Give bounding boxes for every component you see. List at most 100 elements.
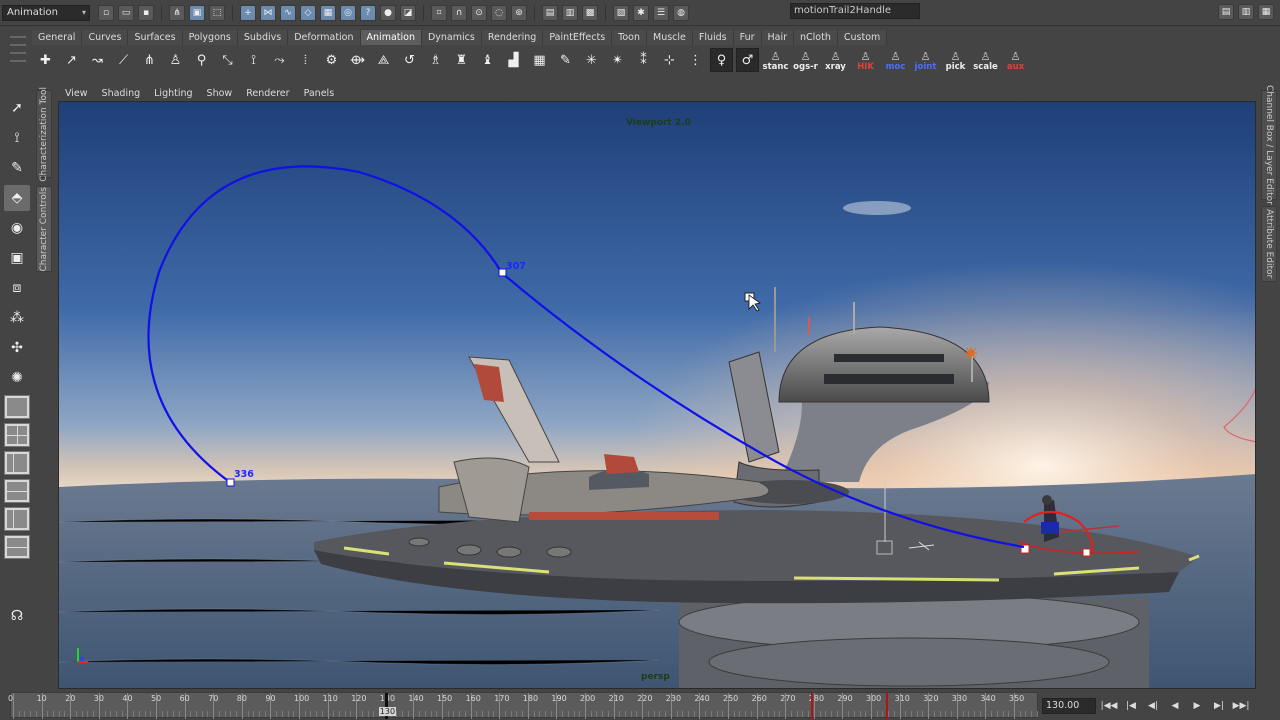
- mask-icon-5[interactable]: ▦: [320, 4, 336, 21]
- bind-skin-icon[interactable]: ⟟: [242, 48, 265, 72]
- shelf-button-pick[interactable]: ♙ pick: [942, 48, 969, 72]
- construction-icon[interactable]: ▥: [562, 4, 578, 21]
- history-icon[interactable]: ▤: [542, 4, 558, 21]
- mel-script-icon[interactable]: ☊: [4, 603, 30, 629]
- blend-icon[interactable]: ⚙: [320, 48, 343, 72]
- hypershade-icon[interactable]: ◍: [673, 4, 689, 21]
- paint-weights-icon[interactable]: ✎: [554, 48, 577, 72]
- snap-curve-icon[interactable]: ∩: [451, 4, 467, 21]
- mask-icon-3[interactable]: ∿: [280, 4, 296, 21]
- open-scene-icon[interactable]: ▭: [118, 4, 134, 21]
- orient-constraint-icon[interactable]: ↺: [398, 48, 421, 72]
- shelf-button-ogs-r[interactable]: ♙ ogs-r: [792, 48, 819, 72]
- scale-tool-icon[interactable]: ▣: [4, 245, 30, 271]
- shelf-tab-hair[interactable]: Hair: [761, 30, 795, 45]
- move-tool-icon[interactable]: ⬘: [4, 185, 30, 211]
- hip-icon[interactable]: ♜: [450, 48, 473, 72]
- hik-control-rig-icon[interactable]: ♂: [736, 48, 759, 72]
- manipulator-tool-icon[interactable]: ⧈: [4, 275, 30, 301]
- step-back-key-button[interactable]: ◀|: [1144, 698, 1162, 714]
- snap-grid-icon[interactable]: ⌗: [431, 4, 447, 21]
- menu-lighting[interactable]: Lighting: [154, 88, 192, 99]
- shelf-tab-fur[interactable]: Fur: [733, 30, 762, 45]
- perspective-viewport[interactable]: Viewport 2.0 persp 307 336: [58, 101, 1256, 689]
- trail-icon[interactable]: ⋮: [684, 48, 707, 72]
- toggle-attribute-editor-icon[interactable]: ▤: [1218, 4, 1234, 20]
- shelf-button-scale[interactable]: ♙ scale: [972, 48, 999, 72]
- snap-point-icon[interactable]: ⊙: [471, 4, 487, 21]
- select-tool-icon[interactable]: ➚: [4, 95, 30, 121]
- locator-gizmo-icon[interactable]: ✴: [606, 48, 629, 72]
- shelf-tab-ncloth[interactable]: nCloth: [794, 30, 838, 45]
- play-backwards-button[interactable]: ◀: [1166, 698, 1184, 714]
- time-ruler[interactable]: 0 10 20 30 40 50 60 70 80 90 100 110 120 130 140 150 160…: [8, 692, 1038, 719]
- shelf-tab-rendering[interactable]: Rendering: [481, 30, 544, 45]
- menu-renderer[interactable]: Renderer: [246, 88, 289, 99]
- render-settings-icon[interactable]: ☰: [653, 4, 669, 21]
- skeleton-icon[interactable]: ♙: [164, 48, 187, 72]
- ik-fk-icon[interactable]: ♝: [476, 48, 499, 72]
- shelf-tab-polygons[interactable]: Polygons: [182, 30, 238, 45]
- key-tangent-icon[interactable]: ↗: [60, 48, 83, 72]
- ik-handle-icon[interactable]: ⟋: [112, 48, 135, 72]
- new-scene-icon[interactable]: ▫: [98, 4, 114, 21]
- snap-live-icon[interactable]: ⊚: [511, 4, 527, 21]
- shelf-tab-dynamics[interactable]: Dynamics: [421, 30, 482, 45]
- layout-four-pane-icon[interactable]: [4, 423, 30, 447]
- shelf-tab-fluids[interactable]: Fluids: [692, 30, 734, 45]
- set-key-icon[interactable]: ✚: [34, 48, 57, 72]
- soft-mod-tool-icon[interactable]: ⁂: [4, 305, 30, 331]
- ipr-render-icon[interactable]: ✱: [633, 4, 649, 21]
- select-object-icon[interactable]: ▣: [189, 4, 205, 21]
- cluster-icon[interactable]: ▟: [502, 48, 525, 72]
- shelf-tab-toon[interactable]: Toon: [612, 30, 647, 45]
- attribute-editor-tab[interactable]: Attribute Editor: [1261, 206, 1277, 282]
- shelf-button-joint[interactable]: ♙ joint: [912, 48, 939, 72]
- shelf-button-stanc[interactable]: ♙ stanc: [762, 48, 789, 72]
- axes-icon[interactable]: ⊹: [658, 48, 681, 72]
- character-set-icon[interactable]: ⋔: [138, 48, 161, 72]
- shelf-tab-subdivs[interactable]: Subdivs: [237, 30, 289, 45]
- trail-key-307[interactable]: [498, 268, 507, 277]
- paint-select-tool-icon[interactable]: ✎: [4, 155, 30, 181]
- character-controls-tab[interactable]: Character Controls: [36, 186, 52, 272]
- shelf-tab-deformation[interactable]: Deformation: [288, 30, 361, 45]
- menu-panels[interactable]: Panels: [304, 88, 335, 99]
- characterization-tool-tab[interactable]: Characterization Tool: [36, 87, 52, 181]
- menu-show[interactable]: Show: [207, 88, 233, 99]
- last-tool-icon[interactable]: ✺: [4, 365, 30, 391]
- render-frame-icon[interactable]: ▩: [582, 4, 598, 21]
- menu-shading[interactable]: Shading: [102, 88, 141, 99]
- breakdown-icon[interactable]: ↝: [86, 48, 109, 72]
- go-to-end-button[interactable]: ▶▶|: [1232, 698, 1250, 714]
- trail-key-336[interactable]: [226, 478, 235, 487]
- ik-spline-icon[interactable]: ⤡: [216, 48, 239, 72]
- pose-icon[interactable]: ⦙: [294, 48, 317, 72]
- play-forwards-button[interactable]: ▶: [1188, 698, 1206, 714]
- render-view-icon[interactable]: ▧: [613, 4, 629, 21]
- mask-icon-1[interactable]: +: [240, 4, 256, 21]
- shelf-tab-surfaces[interactable]: Surfaces: [128, 30, 183, 45]
- hik-skeleton-icon[interactable]: ♀: [710, 48, 733, 72]
- joint-tool-icon[interactable]: ⚲: [190, 48, 213, 72]
- show-manip-tool-icon[interactable]: ✣: [4, 335, 30, 361]
- menu-view[interactable]: View: [65, 88, 88, 99]
- layout-outliner-persp-icon[interactable]: [4, 451, 30, 475]
- layout-graph-editor-icon[interactable]: [4, 535, 30, 559]
- layout-persp-graph-icon[interactable]: [4, 479, 30, 503]
- go-to-start-button[interactable]: |◀◀: [1100, 698, 1118, 714]
- mask-icon-6[interactable]: ◎: [340, 4, 356, 21]
- aim-constraint-icon[interactable]: ⟁: [372, 48, 395, 72]
- shelf-button-aux[interactable]: ♙ aux: [1002, 48, 1029, 72]
- mask-icon-2[interactable]: ⋈: [260, 4, 276, 21]
- mask-icon-7[interactable]: ?: [360, 4, 376, 21]
- rotate-tool-icon[interactable]: ◉: [4, 215, 30, 241]
- channel-box-tab[interactable]: Channel Box / Layer Editor: [1261, 85, 1277, 205]
- layout-single-pane-icon[interactable]: [4, 395, 30, 419]
- shelf-button-hik[interactable]: ♙ HIK: [852, 48, 879, 72]
- step-back-frame-button[interactable]: |◀: [1122, 698, 1140, 714]
- shelf-button-moc[interactable]: ♙ moc: [882, 48, 909, 72]
- select-hierarchy-icon[interactable]: ⋔: [169, 4, 185, 21]
- locator-green-icon[interactable]: ✳: [580, 48, 603, 72]
- step-forward-key-button[interactable]: ▶|: [1210, 698, 1228, 714]
